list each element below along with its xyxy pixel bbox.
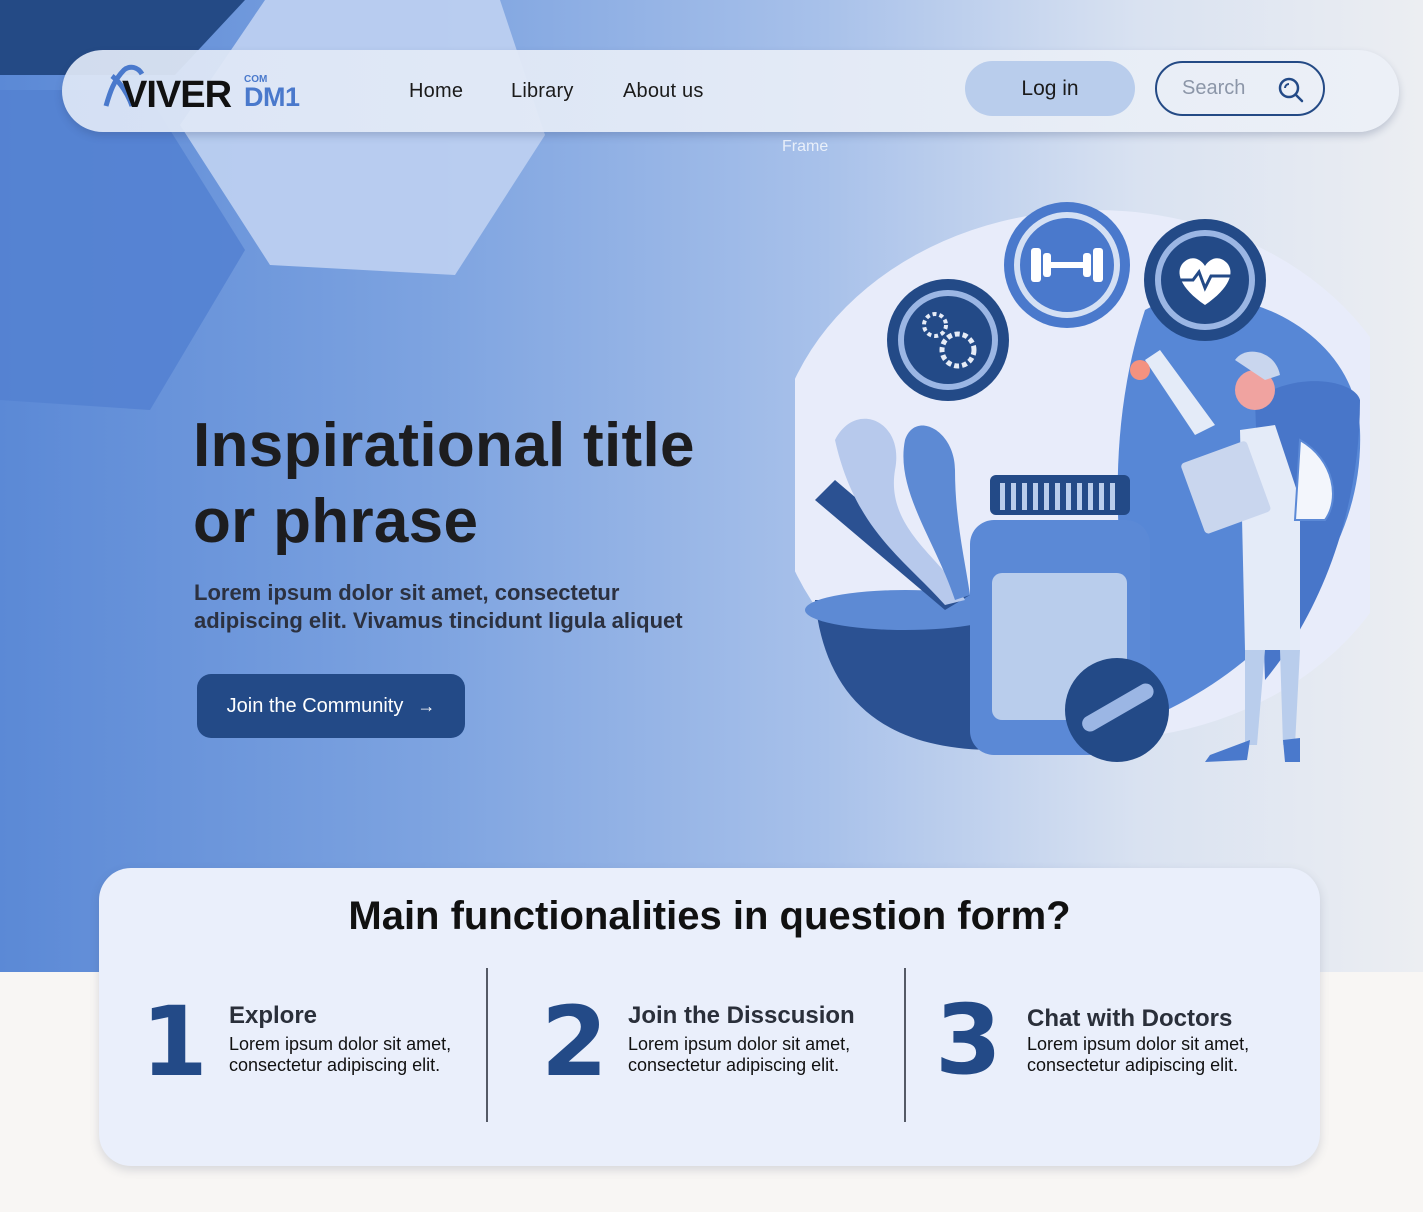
brand-logo[interactable]: VIVER COM DM1 xyxy=(98,64,308,116)
feature-number: 1 xyxy=(141,986,208,1098)
login-button[interactable]: Log in xyxy=(965,61,1135,116)
features-title: Main functionalities in question form? xyxy=(348,894,1071,938)
search-icon[interactable] xyxy=(1277,76,1305,104)
arrow-right-icon: → xyxy=(417,695,436,716)
feature-description: Lorem ipsum dolor sit amet, consectetur … xyxy=(229,1034,452,1075)
feature-description: Lorem ipsum dolor sit amet, consectetur … xyxy=(628,1034,851,1075)
nav-link-about-us[interactable]: About us xyxy=(623,80,704,103)
feature-divider xyxy=(904,968,906,1122)
feature-description: Lorem ipsum dolor sit amet, consectetur … xyxy=(1027,1034,1250,1075)
logo-suffix: DM1 xyxy=(244,82,300,112)
heart-pulse-icon xyxy=(1144,219,1266,341)
gears-icon xyxy=(887,279,1009,401)
frame-label: Frame xyxy=(782,138,829,155)
search-box[interactable] xyxy=(1155,61,1325,116)
hero-subtitle: Lorem ipsum dolor sit amet, consectetur … xyxy=(194,580,683,633)
top-navbar: VIVER COM DM1 Home Library About us Log … xyxy=(62,50,1399,132)
join-community-button[interactable]: Join the Community → xyxy=(197,674,465,738)
nav-link-home[interactable]: Home xyxy=(409,80,463,103)
feature-title: Join the Disscusion xyxy=(628,1002,855,1029)
feature-number: 2 xyxy=(541,986,608,1098)
join-community-label: Join the Community xyxy=(226,694,404,717)
feature-title: Explore xyxy=(229,1002,318,1029)
feature-divider xyxy=(486,968,488,1122)
healthcare-illustration xyxy=(795,202,1370,762)
feature-title: Chat with Doctors xyxy=(1027,1005,1233,1032)
features-card: Main functionalities in question form? 1… xyxy=(99,868,1320,1166)
hero-title: Inspirational title or phrase xyxy=(193,411,695,556)
nav-link-library[interactable]: Library xyxy=(511,80,574,103)
search-input[interactable] xyxy=(1182,77,1282,100)
logo-wordmark: VIVER xyxy=(122,74,232,116)
dumbbell-icon xyxy=(1004,202,1130,328)
feature-number: 3 xyxy=(935,984,1002,1096)
